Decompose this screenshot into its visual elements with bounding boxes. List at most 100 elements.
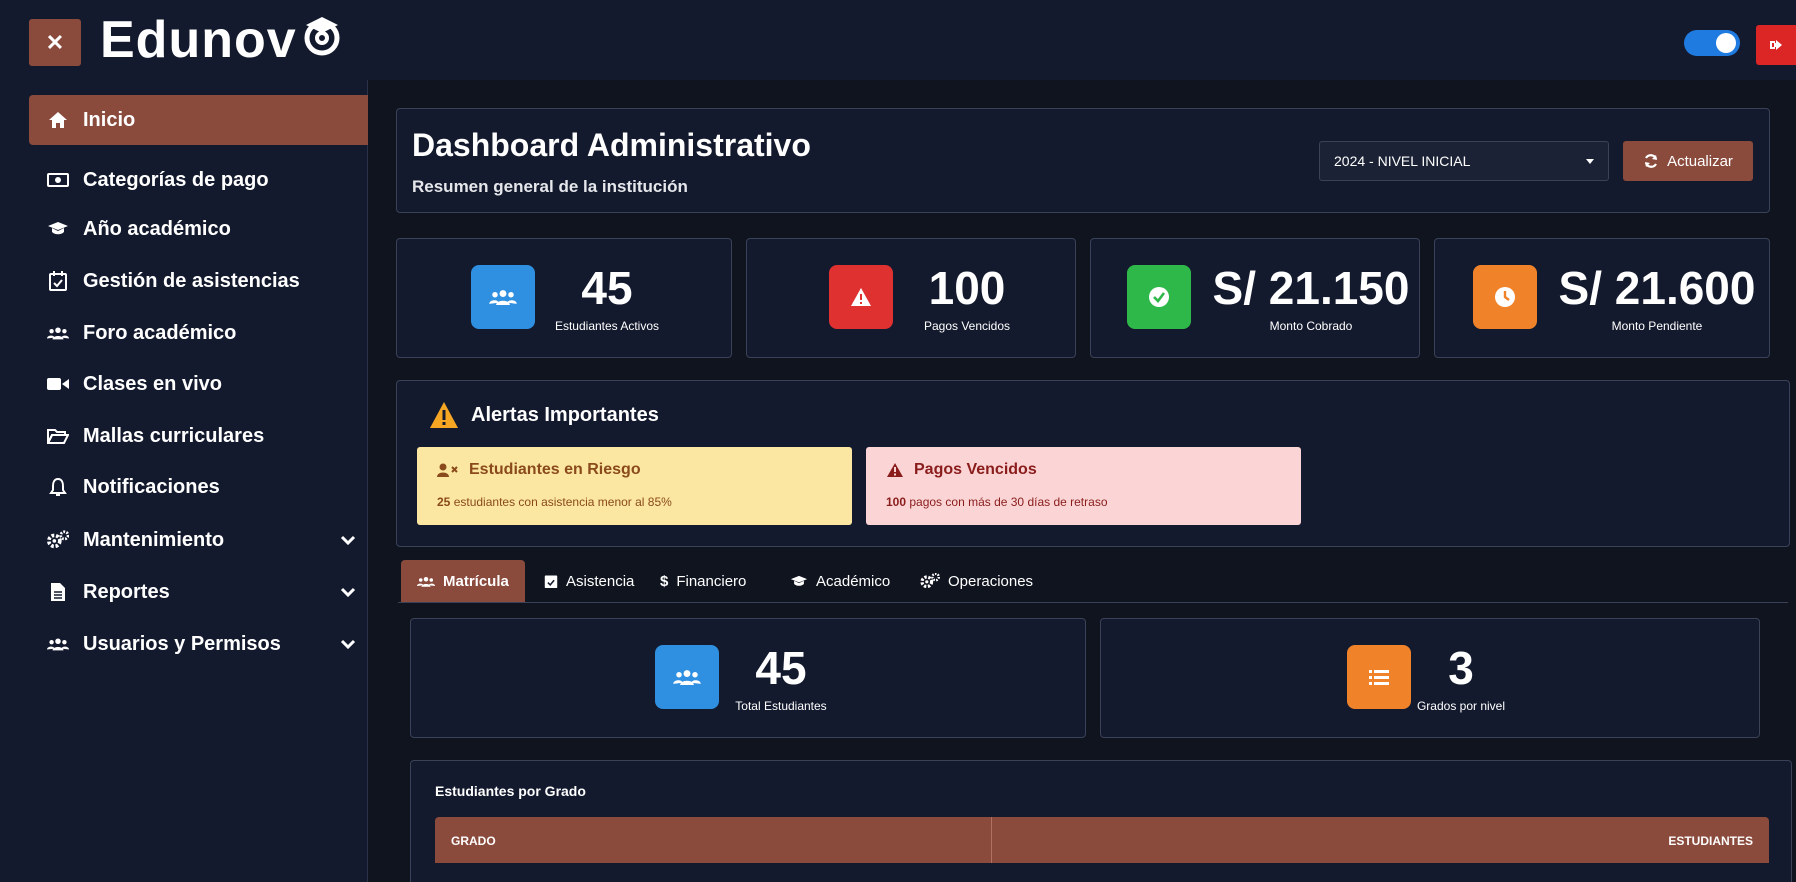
sidebar-item-label: Mallas curriculares [83, 424, 265, 447]
sidebar-item-ano-academico[interactable]: Año académico [29, 204, 379, 254]
toggle-knob [1716, 33, 1736, 53]
refresh-icon [1645, 154, 1658, 168]
users-icon [655, 645, 719, 709]
tab-label: Financiero [676, 572, 747, 590]
tab-academico[interactable]: Académico [774, 560, 906, 602]
sidebar-item-clases-en-vivo[interactable]: Clases en vivo [29, 359, 379, 409]
stat-value: 45 [755, 642, 807, 694]
sidebar-item-foro-academico[interactable]: Foro académico [29, 308, 379, 358]
sidebar-item-inicio[interactable]: Inicio [29, 95, 379, 145]
alert-text: pagos con más de 30 días de retraso [906, 495, 1108, 509]
alert-title: Estudiantes en Riesgo [469, 461, 641, 478]
alerts-panel: Alertas Importantes Estudiantes en Riesg… [396, 380, 1790, 547]
column-header-estudiantes[interactable]: ESTUDIANTES [1668, 834, 1753, 848]
chevron-down-icon [340, 535, 356, 546]
alert-heading: Pagos Vencidos [886, 461, 1037, 479]
sidebar-item-gestion-de-asistencias[interactable]: Gestión de asistencias [29, 256, 379, 306]
dark-mode-toggle[interactable] [1684, 30, 1740, 56]
alert-title: Pagos Vencidos [914, 461, 1037, 478]
alerts-title: Alertas Importantes [429, 401, 659, 429]
stat-card-pagos-vencidos: 100 Pagos Vencidos [746, 238, 1076, 358]
users-icon [47, 633, 69, 655]
close-sidebar-button[interactable]: ✕ [29, 19, 81, 66]
brand-name: Edunov [100, 11, 297, 69]
stat-value: 3 [1448, 642, 1474, 694]
sidebar-item-mantenimiento[interactable]: Mantenimiento [29, 515, 379, 565]
page-subtitle: Resumen general de la institución [412, 177, 688, 196]
home-icon [47, 109, 69, 131]
sidebar-item-usuarios-y-permisos[interactable]: Usuarios y Permisos [29, 619, 379, 669]
refresh-label: Actualizar [1667, 152, 1733, 170]
gears-icon [920, 573, 940, 589]
stat-card-total-estudiantes: 45 Total Estudiantes [410, 618, 1086, 738]
stat-card-monto-pendiente: S/ 21.600 Monto Pendiente [1434, 238, 1770, 358]
tab-financiero[interactable]: $ Financiero [644, 560, 762, 602]
logout-button[interactable] [1756, 25, 1796, 65]
stat-label: Monto Pendiente [1611, 319, 1703, 333]
video-camera-icon [47, 373, 69, 395]
tab-matricula[interactable]: Matrícula [401, 560, 525, 602]
sidebar-item-notificaciones[interactable]: Notificaciones [29, 462, 379, 512]
chevron-down-icon [340, 639, 356, 650]
column-divider [991, 817, 992, 863]
sidebar-item-label: Reportes [83, 580, 170, 603]
brand-logo: Edunov [100, 10, 344, 70]
warning-icon [430, 402, 458, 428]
column-header-grado[interactable]: GRADO [451, 834, 496, 848]
table-header: GRADO ESTUDIANTES [435, 817, 1769, 863]
check-circle-icon [1127, 265, 1191, 329]
alert-heading: Estudiantes en Riesgo [437, 461, 641, 479]
close-icon: ✕ [45, 29, 65, 55]
tab-divider [398, 602, 1788, 603]
stat-label: Grados por nivel [1416, 699, 1506, 713]
stat-value: 45 [581, 262, 633, 314]
clock-icon [1473, 265, 1537, 329]
stat-value: S/ 21.150 [1212, 262, 1410, 314]
alert-count: 25 [437, 495, 451, 509]
top-bar: ✕ Edunov [0, 0, 1796, 80]
file-icon [47, 581, 69, 603]
users-icon [471, 265, 535, 329]
moon-icon [1656, 30, 1674, 52]
academic-year-select[interactable]: 2024 - NIVEL INICIAL [1319, 141, 1609, 181]
main-content: Dashboard Administrativo Resumen general… [368, 80, 1796, 882]
refresh-button[interactable]: Actualizar [1623, 141, 1753, 181]
stat-label: Estudiantes Activos [554, 319, 660, 333]
warning-icon [829, 265, 893, 329]
tab-label: Asistencia [566, 572, 635, 590]
stat-card-estudiantes-activos: 45 Estudiantes Activos [396, 238, 732, 358]
chevron-down-icon [340, 587, 356, 598]
alert-description: 100 pagos con más de 30 días de retraso [886, 495, 1108, 509]
money-bill-icon [47, 169, 69, 191]
students-by-grade-card: Estudiantes por Grado GRADO ESTUDIANTES [410, 760, 1792, 882]
stat-label: Total Estudiantes [735, 699, 827, 713]
graduation-cap-icon [790, 575, 808, 586]
user-times-icon [437, 463, 458, 477]
stat-card-monto-cobrado: S/ 21.150 Monto Cobrado [1090, 238, 1420, 358]
sidebar-item-reportes[interactable]: Reportes [29, 567, 379, 617]
bell-icon [47, 476, 69, 498]
alert-estudiantes-en-riesgo: Estudiantes en Riesgo 25 estudiantes con… [417, 447, 852, 525]
calendar-check-icon [544, 575, 558, 588]
at-sign-graduation-cap-icon [300, 10, 344, 70]
users-icon [417, 576, 435, 587]
dashboard-header: Dashboard Administrativo Resumen general… [396, 108, 1770, 213]
page-title: Dashboard Administrativo [412, 127, 811, 163]
sign-out-icon [1770, 40, 1782, 50]
sidebar-item-label: Gestión de asistencias [83, 269, 300, 292]
sidebar-item-label: Inicio [83, 108, 136, 131]
dollar-icon: $ [660, 572, 669, 590]
sidebar-item-categorias-de-pago[interactable]: Categorías de pago [29, 155, 379, 205]
folder-open-icon [47, 425, 69, 447]
graduation-cap-icon [47, 218, 69, 240]
warning-icon [887, 463, 903, 477]
sidebar-item-mallas-curriculares[interactable]: Mallas curriculares [29, 411, 379, 461]
tab-label: Operaciones [948, 572, 1034, 590]
tab-asistencia[interactable]: Asistencia [528, 560, 650, 602]
alert-text: estudiantes con asistencia menor al 85% [450, 495, 672, 509]
stat-value: S/ 21.600 [1558, 262, 1756, 314]
alert-pagos-vencidos: Pagos Vencidos 100 pagos con más de 30 d… [866, 447, 1301, 525]
tab-operaciones[interactable]: Operaciones [904, 560, 1049, 602]
sidebar-item-label: Foro académico [83, 321, 237, 344]
sidebar-item-label: Clases en vivo [83, 372, 222, 395]
